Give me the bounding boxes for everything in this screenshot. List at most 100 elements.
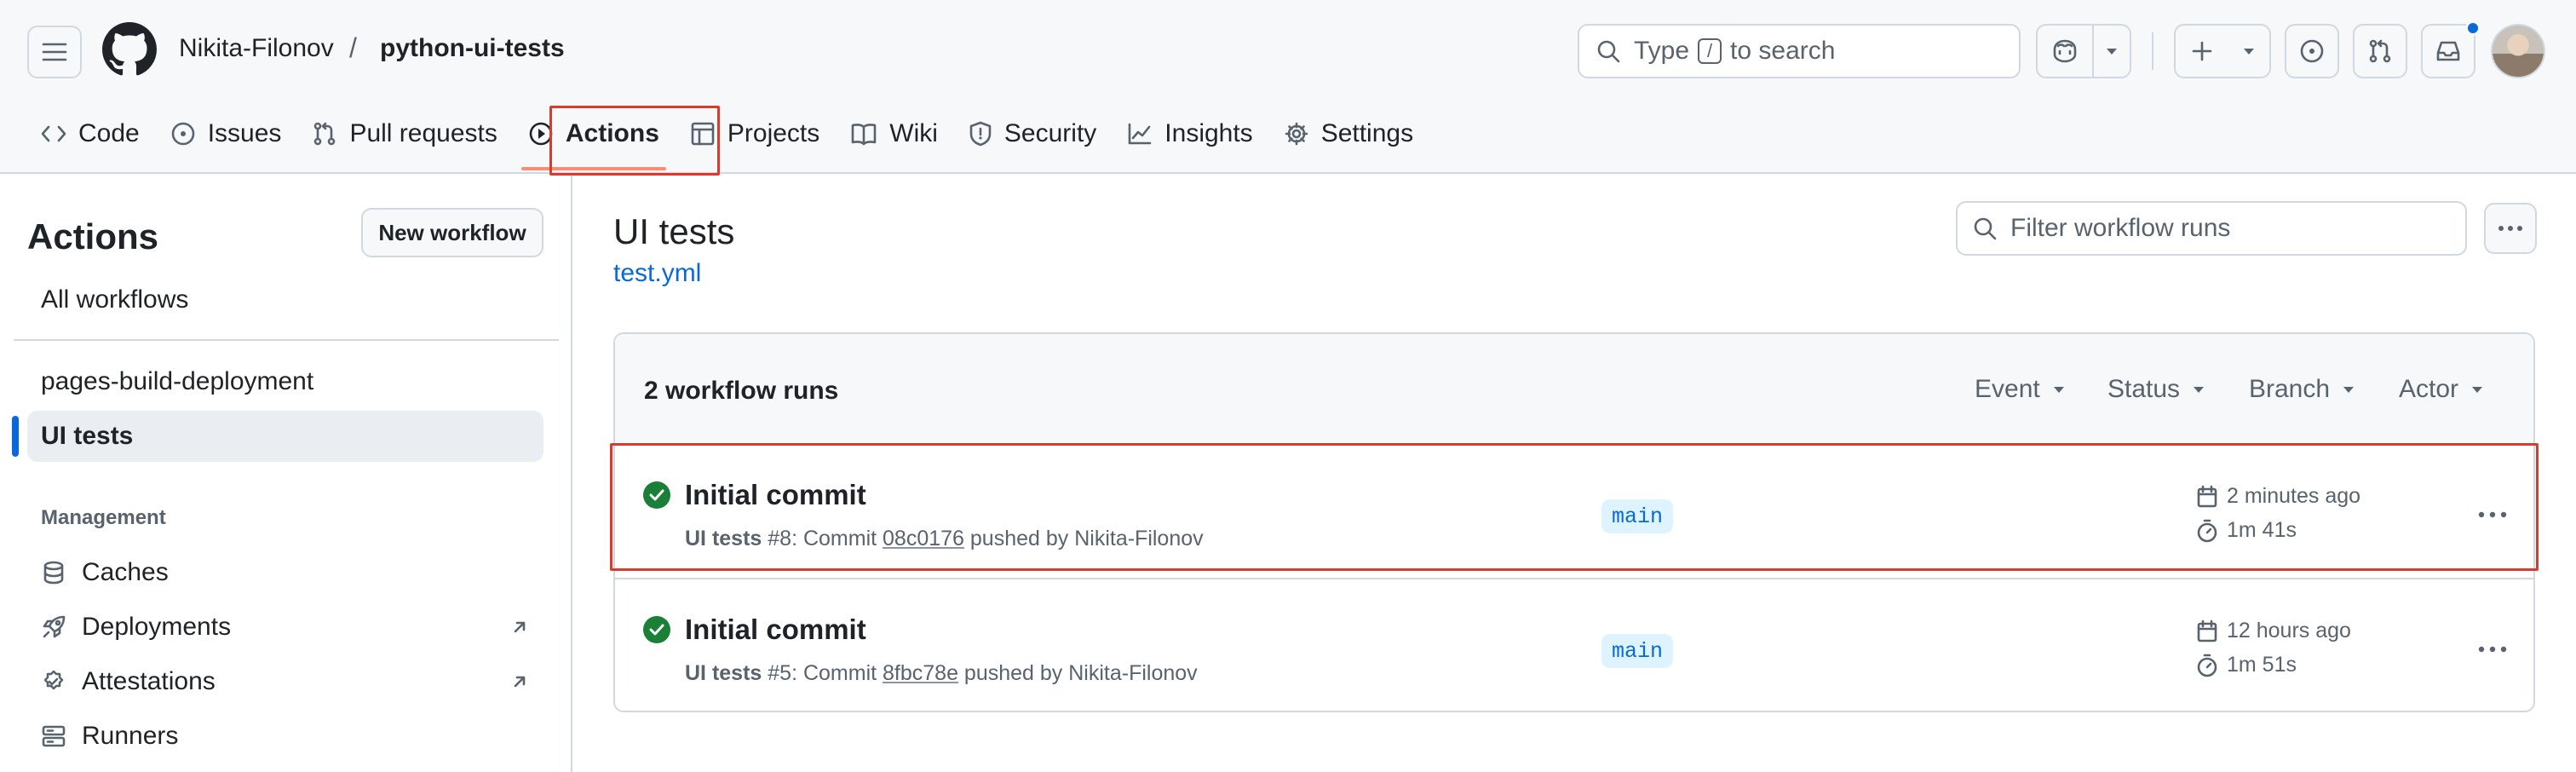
run-workflow-name: UI tests [685,661,762,685]
arrow-up-right-icon [514,621,526,633]
your-issues-button[interactable] [2285,24,2339,78]
sidebar-item-label: Caches [82,558,169,586]
workflow-file-link[interactable]: test.yml [613,259,701,288]
git-pull-request-icon [314,122,336,146]
active-item-indicator [12,416,19,457]
sidebar-item-label: All workflows [41,285,189,314]
issue-opened-icon [2300,39,2324,63]
rocket-icon [43,615,66,638]
copilot-button[interactable] [2038,26,2094,77]
create-new-button-group [2174,24,2271,78]
tab-label: Wiki [889,119,938,147]
create-dropdown-button[interactable] [2228,47,2269,55]
graph-icon [1128,123,1152,145]
runs-count: 2 workflow runs [644,377,839,405]
tab-label: Security [1003,119,1097,147]
sidebar-divider [14,339,559,341]
actor-filter-dropdown[interactable]: Actor [2399,375,2484,404]
management-heading: Management [41,506,166,529]
inbox-icon [2436,41,2460,61]
run-date: 12 hours ago [2196,619,2351,643]
tab-label: Issues [207,119,282,147]
menu-button[interactable] [27,26,82,78]
triangle-down-icon [2343,387,2355,393]
avatar[interactable] [2491,24,2545,78]
tab-issues[interactable]: Issues [155,104,297,164]
copilot-dropdown-button[interactable] [2094,47,2130,55]
filter-placeholder: Filter workflow runs [2010,214,2231,242]
event-filter-dropdown[interactable]: Event [1975,375,2066,404]
arrow-up-right-icon [514,676,526,688]
triangle-down-icon [2472,387,2483,393]
sidebar-item-all-workflows[interactable]: All workflows [27,274,543,326]
branch-badge[interactable]: main [1601,634,1674,668]
database-icon [43,561,64,585]
tab-settings[interactable]: Settings [1268,104,1429,164]
sidebar-item-ui-tests[interactable]: UI tests [27,411,543,462]
sidebar-item-label: Attestations [82,667,216,695]
sidebar-item-label: Runners [82,722,179,750]
tab-pull-requests[interactable]: Pull requests [296,104,512,164]
search-shortcut-key: / [1698,38,1722,64]
sidebar-item-pages-build-deployment[interactable]: pages-build-deployment [27,356,543,407]
new-workflow-button[interactable]: New workflow [361,208,543,257]
tab-label: Projects [727,119,820,147]
code-icon [41,125,66,142]
repo-name-link[interactable]: python-ui-tests [380,34,565,63]
sidebar-item-caches[interactable]: Caches [27,547,543,598]
github-logo-icon[interactable] [102,22,157,77]
tab-insights[interactable]: Insights [1112,104,1268,164]
sidebar-item-label: UI tests [41,422,134,450]
create-new-button[interactable] [2176,26,2228,77]
check-circle-fill-icon [643,616,670,643]
first-run-highlight [610,443,2539,571]
run-actor-text: pushed by Nikita-Filonov [957,661,1198,685]
filter-workflow-runs-input[interactable]: Filter workflow runs [1956,201,2467,256]
commit-sha-link[interactable]: 8fbc78e [883,661,958,685]
actions-tab-highlight [549,106,720,176]
repo-owner-link[interactable]: Nikita-Filonov [179,34,334,63]
breadcrumb-separator: / [349,32,357,63]
triangle-down-icon [2244,49,2254,55]
tab-label: Settings [1320,119,1414,147]
verified-icon [43,670,64,690]
triangle-down-icon [2107,49,2117,55]
branch-filter-dropdown[interactable]: Branch [2249,375,2355,404]
dropdown-label: Event [1975,375,2040,403]
tab-security[interactable]: Security [953,104,1112,164]
run-number-text: #5: Commit [762,661,883,685]
tab-code[interactable]: Code [26,104,155,164]
tab-label: Pull requests [349,119,497,147]
sidebar-item-attestations[interactable]: Attestations [27,656,543,707]
workflow-run-row[interactable]: Initial commit UI tests #5: Commit 8fbc7… [615,581,2533,711]
kebab-horizontal-icon [2478,646,2507,653]
run-menu-button[interactable] [2467,625,2518,673]
stopwatch-icon [2197,654,2217,677]
server-icon [42,725,66,747]
shield-icon [969,121,992,147]
git-pull-request-icon [2369,39,2391,63]
sidebar-item-runners[interactable]: Runners [27,711,543,762]
kebab-horizontal-icon [2498,226,2522,231]
copilot-button-group [2036,24,2131,78]
search-icon [1974,217,1997,240]
tab-label: Insights [1164,119,1253,147]
runs-list-header: 2 workflow runs Event Status Branch Acto… [615,334,2533,445]
repo-tab-nav: Code Issues Pull requests Actions Projec… [26,104,1429,170]
triangle-down-icon [2053,387,2064,393]
workflow-menu-button[interactable] [2484,203,2537,254]
search-input[interactable]: Type / to search [1578,24,2021,78]
app-header: Nikita-Filonov / python-ui-tests Type / … [0,0,2576,176]
run-title-link[interactable]: Initial commit [685,614,866,646]
sidebar-item-deployments[interactable]: Deployments [27,602,543,653]
your-pull-requests-button[interactable] [2353,24,2407,78]
run-meta: UI tests #5: Commit 8fbc78e pushed by Ni… [685,661,1198,686]
search-placeholder-suffix: to search [1730,37,1836,65]
dropdown-label: Actor [2399,375,2459,403]
tab-wiki[interactable]: Wiki [835,104,953,164]
copilot-icon [2053,39,2077,63]
dropdown-label: Branch [2249,375,2331,403]
calendar-icon [2197,619,2217,642]
status-filter-dropdown[interactable]: Status [2107,375,2205,404]
page-title: UI tests [613,211,735,251]
